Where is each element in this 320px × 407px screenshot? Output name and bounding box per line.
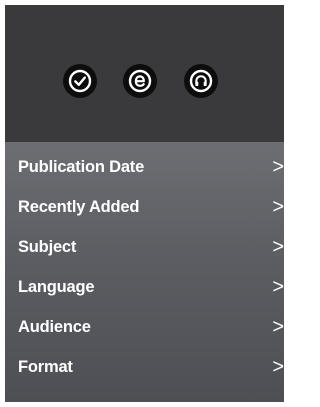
chevron-right-icon: >: [272, 236, 284, 258]
menu-item-label: Subject: [18, 237, 77, 256]
checkmark-button[interactable]: [63, 64, 97, 98]
menu-item-publication-date[interactable]: Publication Date >: [5, 147, 284, 187]
menu-item-language[interactable]: Language >: [5, 267, 284, 307]
checkmark-icon: [68, 69, 92, 93]
menu-item-subject[interactable]: Subject >: [5, 227, 284, 267]
menu-item-audience[interactable]: Audience >: [5, 307, 284, 347]
format-toolbar: [5, 5, 284, 142]
menu-item-label: Format: [18, 357, 73, 376]
menu-item-format[interactable]: Format >: [5, 347, 284, 387]
chevron-right-icon: >: [272, 196, 284, 218]
ebook-button[interactable]: [123, 64, 157, 98]
menu-item-label: Audience: [18, 317, 91, 336]
chevron-right-icon: >: [272, 356, 284, 378]
filter-panel: Publication Date > Recently Added > Subj…: [5, 5, 284, 402]
headphones-icon: [189, 69, 213, 93]
ebook-icon: [128, 69, 152, 93]
audiobook-button[interactable]: [184, 64, 218, 98]
filter-menu: Publication Date > Recently Added > Subj…: [5, 142, 284, 402]
menu-item-label: Language: [18, 277, 95, 296]
format-icon-row: [5, 64, 284, 98]
chevron-right-icon: >: [272, 316, 284, 338]
filter-menu-list: Publication Date > Recently Added > Subj…: [5, 147, 284, 387]
chevron-right-icon: >: [272, 276, 284, 298]
menu-item-label: Publication Date: [18, 157, 145, 176]
menu-item-recently-added[interactable]: Recently Added >: [5, 187, 284, 227]
menu-item-label: Recently Added: [18, 197, 140, 216]
chevron-right-icon: >: [272, 156, 284, 178]
